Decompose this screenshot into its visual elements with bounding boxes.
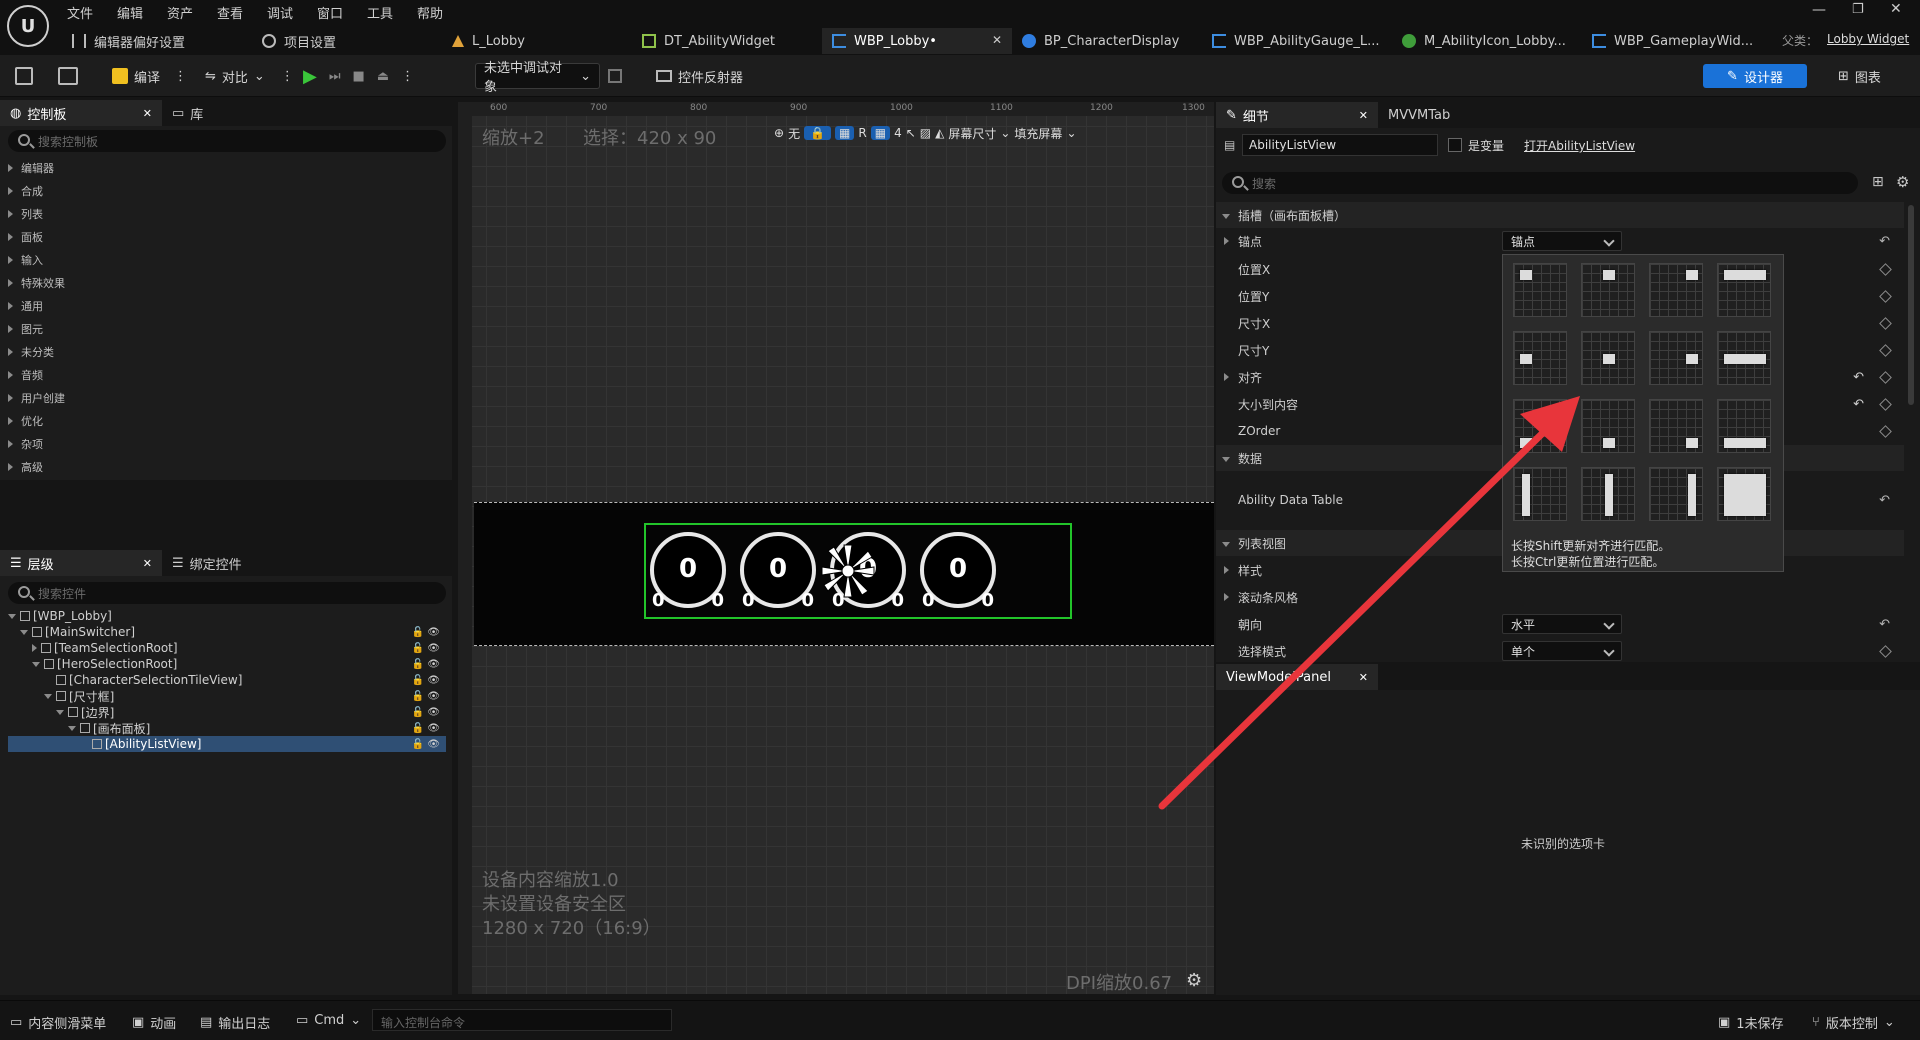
unsaved-label: 1未保存	[1736, 1017, 1784, 1032]
log-icon: ▤	[200, 1015, 213, 1030]
annotation-arrow	[1158, 396, 1580, 810]
status-bar: ▭ 内容侧滑菜单 ▣ 动画 ▤ 输出日志 ▭ Cmd ⌄ 输入控制台命令 ▣ 1未保存 ⑂ 版…	[0, 1000, 1920, 1040]
output-log-label: 输出日志	[218, 1017, 271, 1032]
animation-button[interactable]: ▣ 动画	[132, 1013, 176, 1032]
console-command-input[interactable]: 输入控制台命令	[372, 1009, 672, 1031]
drawer-icon: ▭	[10, 1015, 23, 1030]
chevron-down-icon: ⌄	[350, 1013, 362, 1028]
save-icon: ▣	[1718, 1015, 1731, 1030]
chevron-down-icon: ⌄	[1883, 1015, 1895, 1030]
output-log-button[interactable]: ▤ 输出日志	[200, 1013, 270, 1032]
cmd-dropdown[interactable]: ▭ Cmd ⌄	[296, 1013, 361, 1028]
cmd-label: Cmd	[314, 1013, 345, 1028]
unsaved-button[interactable]: ▣ 1未保存	[1718, 1013, 1784, 1032]
source-control-label: 版本控制	[1825, 1017, 1878, 1032]
editor-window: U 文件 编辑 资产 查看 调试 窗口 工具 帮助 编辑器偏好设置 项目设置 L…	[0, 0, 1920, 1040]
source-control-button[interactable]: ⑂ 版本控制 ⌄	[1812, 1013, 1895, 1032]
content-drawer-label: 内容侧滑菜单	[28, 1017, 107, 1032]
animation-label: 动画	[150, 1017, 177, 1032]
content-drawer-button[interactable]: ▭ 内容侧滑菜单	[10, 1013, 106, 1032]
terminal-icon: ▭	[296, 1013, 309, 1028]
branch-icon: ⑂	[1812, 1015, 1820, 1030]
film-icon: ▣	[132, 1015, 145, 1030]
